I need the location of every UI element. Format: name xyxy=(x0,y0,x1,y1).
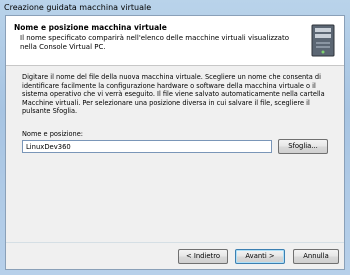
back-button[interactable]: < Indietro xyxy=(178,249,228,264)
browse-button[interactable]: Sfoglia... xyxy=(278,139,328,154)
wizard-window: Creazione guidata macchina virtuale Nome… xyxy=(0,0,350,275)
next-button[interactable]: Avanti > xyxy=(235,249,285,264)
instructions-text: Digitare il nome del file della nuova ma… xyxy=(22,73,325,115)
computer-tower-icon xyxy=(311,24,335,57)
name-location-label: Nome e posizione: xyxy=(22,130,83,138)
wizard-header: Nome e posizione macchina virtuale Il no… xyxy=(6,16,344,66)
window-title: Creazione guidata macchina virtuale xyxy=(4,3,152,12)
wizard-client-area: Nome e posizione macchina virtuale Il no… xyxy=(5,15,345,270)
footer-separator xyxy=(6,242,344,243)
name-location-input[interactable] xyxy=(22,140,272,153)
cancel-button[interactable]: Annulla xyxy=(293,249,339,264)
header-title: Nome e posizione macchina virtuale xyxy=(14,23,167,32)
header-subtitle: Il nome specificato comparirà nell'elenc… xyxy=(20,34,289,51)
